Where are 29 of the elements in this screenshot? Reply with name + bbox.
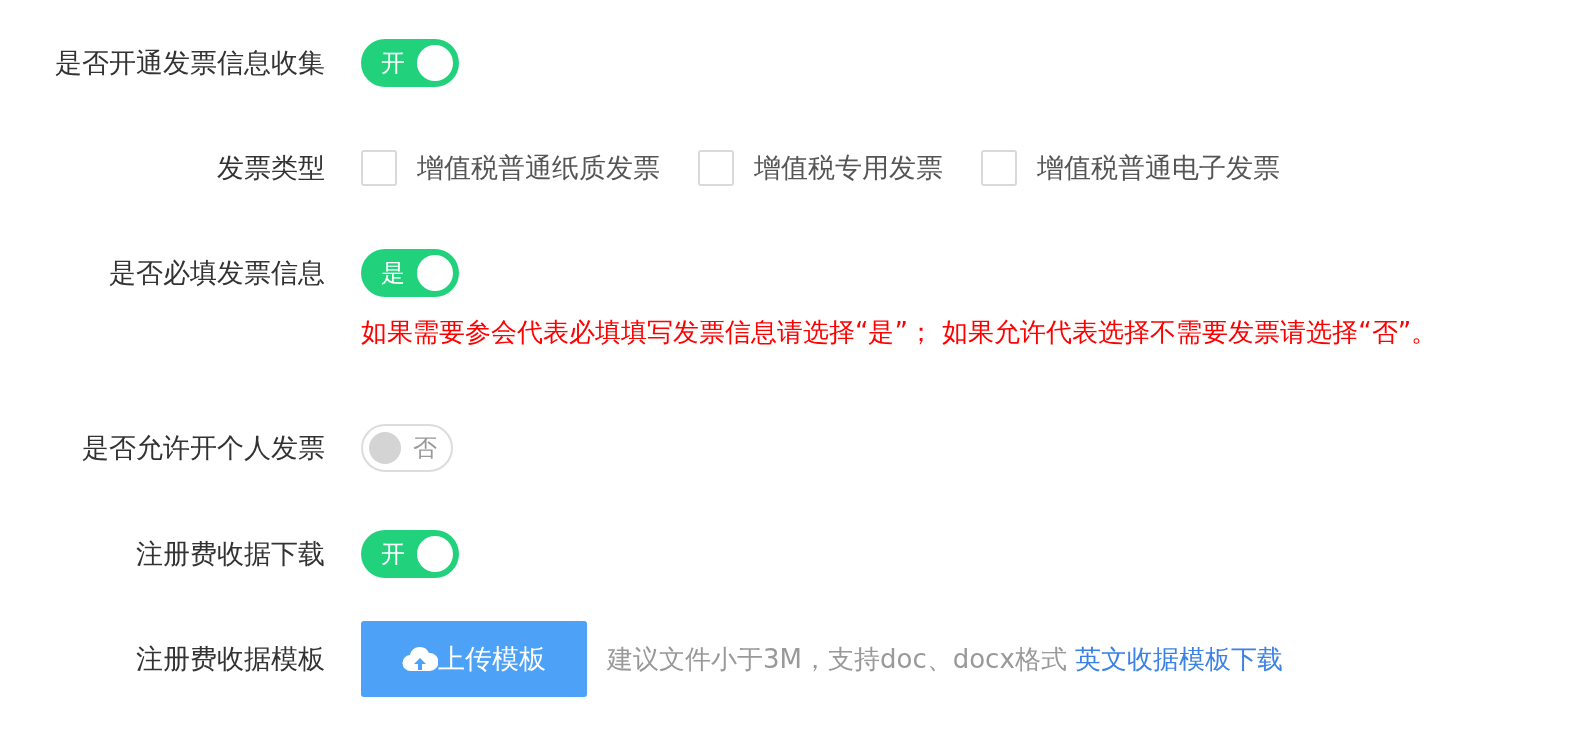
upload-hint: 建议文件小于3M，支持doc、docx格式 <box>607 642 1067 676</box>
checkbox[interactable] <box>361 150 397 186</box>
field-label: 是否允许开个人发票 <box>82 430 325 465</box>
toggle-switch[interactable]: 开 <box>361 530 459 578</box>
switch-knob <box>417 536 453 572</box>
checkbox-label: 增值税普通纸质发票 <box>417 150 660 185</box>
toggle-switch[interactable]: 开 <box>361 39 459 87</box>
switch-text: 否 <box>413 433 437 464</box>
checkbox[interactable] <box>698 150 734 186</box>
checkbox-label: 增值税普通电子发票 <box>1037 150 1280 185</box>
toggle-switch[interactable]: 是 <box>361 249 459 297</box>
switch-knob <box>417 45 453 81</box>
switch-text: 开 <box>381 539 405 570</box>
switch-text: 是 <box>381 258 405 289</box>
hint-note: 如果需要参会代表必填填写发票信息请选择“是”； 如果允许代表选择不需要发票请选择“否”。 <box>361 316 1438 349</box>
field-label: 是否开通发票信息收集 <box>55 45 325 80</box>
switch-knob <box>417 255 453 291</box>
field-label: 是否必填发票信息 <box>109 255 325 290</box>
toggle-switch[interactable]: 否 <box>361 424 453 472</box>
field-label: 注册费收据模板 <box>136 641 325 676</box>
checkbox-label: 增值税专用发票 <box>754 150 943 185</box>
template-download-link[interactable]: 英文收据模板下载 <box>1074 639 1283 679</box>
checkbox[interactable] <box>981 150 1017 186</box>
field-label: 发票类型 <box>217 150 325 185</box>
field-label: 注册费收据下载 <box>136 536 325 571</box>
cloud-upload-icon <box>402 645 438 673</box>
upload-button[interactable]: 上传模板 <box>361 621 587 697</box>
switch-text: 开 <box>381 48 405 79</box>
switch-knob <box>369 432 401 464</box>
